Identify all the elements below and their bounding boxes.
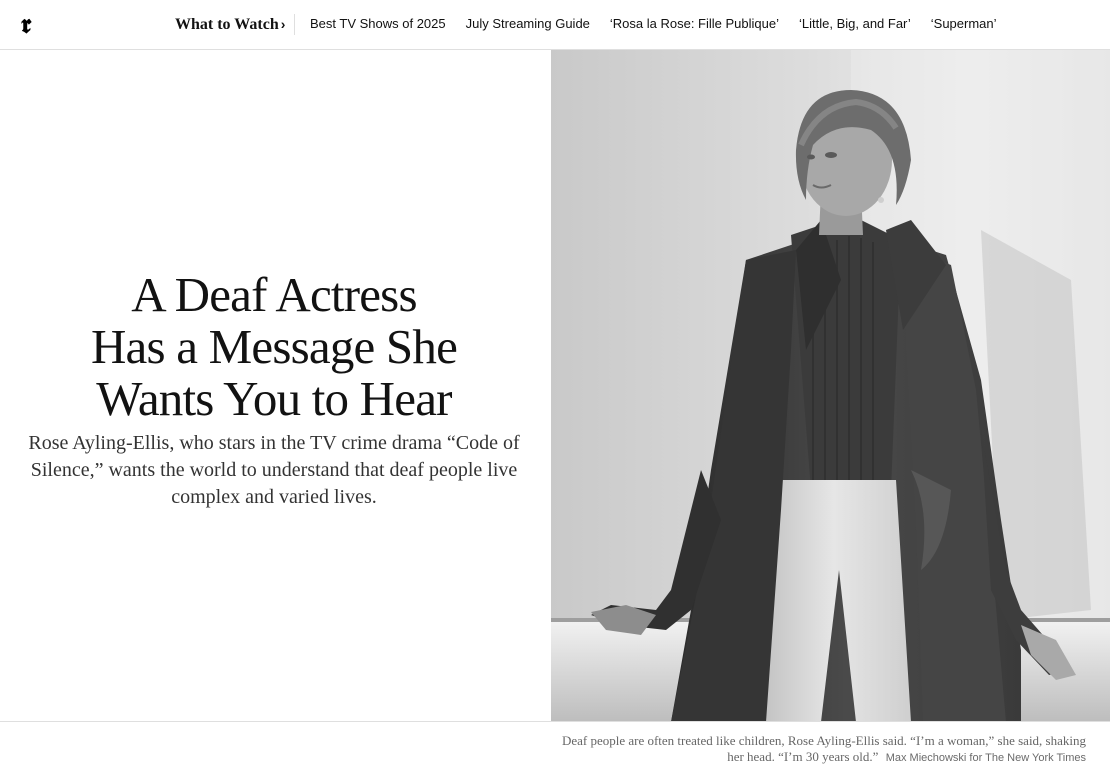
hero-photo — [551, 50, 1110, 722]
photo-caption: Deaf people are often treated like child… — [546, 733, 1086, 766]
top-nav-bar: 𝖗 What to Watch › Best TV Shows of 2025 J… — [0, 0, 1110, 50]
headline-line: A Deaf Actress — [131, 267, 417, 322]
nav-item-superman[interactable]: ‘Superman’ — [921, 15, 1007, 33]
nav-items: Best TV Shows of 2025 July Streaming Gui… — [300, 15, 1007, 33]
caption-divider — [0, 721, 1110, 722]
headline-line: Has a Message She — [90, 319, 458, 374]
article-summary: Rose Ayling-Ellis, who stars in the TV c… — [28, 432, 520, 508]
section-link-label: What to Watch — [175, 16, 279, 33]
nyt-logo-icon[interactable]: 𝖗 — [14, 12, 38, 38]
nav-item-little-big-and-far[interactable]: ‘Little, Big, and Far’ — [789, 15, 921, 33]
article-headline: A Deaf Actress Has a Message She Wants Y… — [20, 269, 528, 425]
photo-credit: Max Miechowski for The New York Times — [885, 752, 1086, 764]
nav-item-july-streaming-guide[interactable]: July Streaming Guide — [456, 15, 600, 33]
nav-divider — [294, 14, 295, 35]
headline-block: A Deaf Actress Has a Message She Wants Y… — [0, 50, 551, 722]
nav-item-rosa-la-rose[interactable]: ‘Rosa la Rose: Fille Publique’ — [600, 15, 789, 33]
nav-item-best-tv-shows[interactable]: Best TV Shows of 2025 — [300, 15, 456, 33]
headline-line: Wants You to Hear — [96, 371, 452, 426]
chevron-right-icon: › — [280, 16, 286, 32]
section-link-what-to-watch[interactable]: What to Watch › — [175, 14, 285, 35]
portrait-photo-icon — [551, 50, 1110, 722]
